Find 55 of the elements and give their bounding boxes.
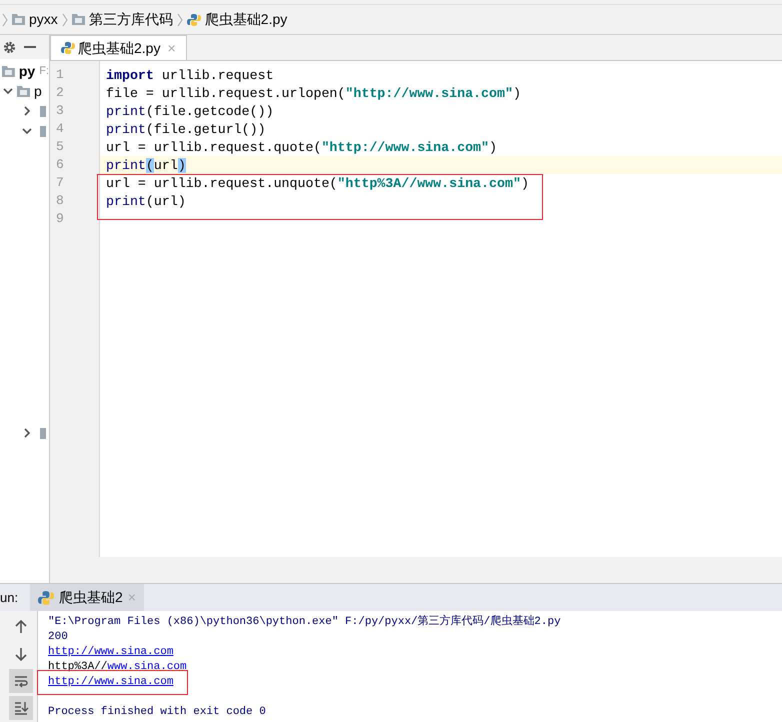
chevron-down-icon[interactable] <box>3 86 13 96</box>
chevron-down-icon[interactable] <box>22 126 32 136</box>
line-number: 3 <box>55 102 65 120</box>
line-number: 7 <box>55 174 65 192</box>
breadcrumb-item[interactable]: 爬虫基础2.py <box>204 9 288 30</box>
code-line: url = urllib.request.unquote("http%3A//www.sina.com") <box>106 176 529 191</box>
console-line: http://www.sina.com <box>48 646 174 658</box>
breadcrumb-item[interactable]: pyxx <box>29 9 58 30</box>
line-number: 1 <box>55 66 65 84</box>
code-line: print(url) <box>106 158 186 173</box>
line-number: 9 <box>55 210 65 228</box>
console-line: 200 <box>48 631 68 643</box>
folder-icon <box>72 14 85 25</box>
chevron-right-icon <box>176 12 183 26</box>
line-number: 2 <box>55 84 65 102</box>
tree-item[interactable]: p <box>34 80 42 102</box>
tree-item[interactable]: py <box>18 60 36 82</box>
folder-icon <box>40 106 46 116</box>
code-line: print(url) <box>106 194 186 209</box>
console-line: "E:\Program Files (x86)\python36\python.exe" F:/py/pyxx/第三方库代码/爬虫基础2.py <box>48 616 561 628</box>
chevron-right-icon[interactable] <box>22 106 32 116</box>
chevron-right-icon <box>62 12 68 26</box>
python-icon <box>61 41 75 55</box>
python-icon <box>186 12 201 26</box>
folder-icon <box>2 66 15 76</box>
path-hint: F: <box>39 64 49 79</box>
folder-icon <box>40 428 46 438</box>
code-line: url = urllib.request.quote("http://www.sina.com") <box>106 140 498 155</box>
console-line: http://www.sina.com <box>48 676 174 688</box>
line-number: 8 <box>55 192 65 210</box>
code-line: import urllib.request <box>106 68 274 83</box>
line-number: 5 <box>55 138 65 156</box>
folder-icon <box>12 14 25 25</box>
tab-label: 爬虫基础2.py <box>78 38 160 58</box>
minimize-icon[interactable] <box>24 45 36 49</box>
code-line: print(file.getcode()) <box>106 104 274 119</box>
console-line: Process finished with exit code 0 <box>48 706 266 718</box>
breadcrumb-item[interactable]: 第三方库代码 <box>88 9 173 30</box>
run-label: un: <box>0 588 20 607</box>
settings-icon[interactable] <box>3 40 16 54</box>
folder-icon <box>17 86 30 96</box>
run-tab[interactable]: 爬虫基础2 × <box>30 584 144 611</box>
line-number: 4 <box>55 120 65 138</box>
tab-label: 爬虫基础2 <box>59 588 123 607</box>
editor-tab[interactable]: 爬虫基础2.py × <box>50 35 187 60</box>
line-number: 6 <box>55 156 65 174</box>
folder-icon <box>40 126 46 136</box>
python-icon <box>38 590 54 606</box>
console-line: http%3A//www.sina.com <box>48 661 187 673</box>
code-line: file = urllib.request.urlopen("http://www.sina.com") <box>106 86 521 101</box>
chevron-right-icon <box>2 12 8 26</box>
scroll-to-end-button[interactable] <box>8 696 32 720</box>
code-line: print(file.geturl()) <box>106 122 266 137</box>
chevron-right-icon[interactable] <box>22 428 32 438</box>
soft-wrap-button[interactable] <box>8 669 32 693</box>
